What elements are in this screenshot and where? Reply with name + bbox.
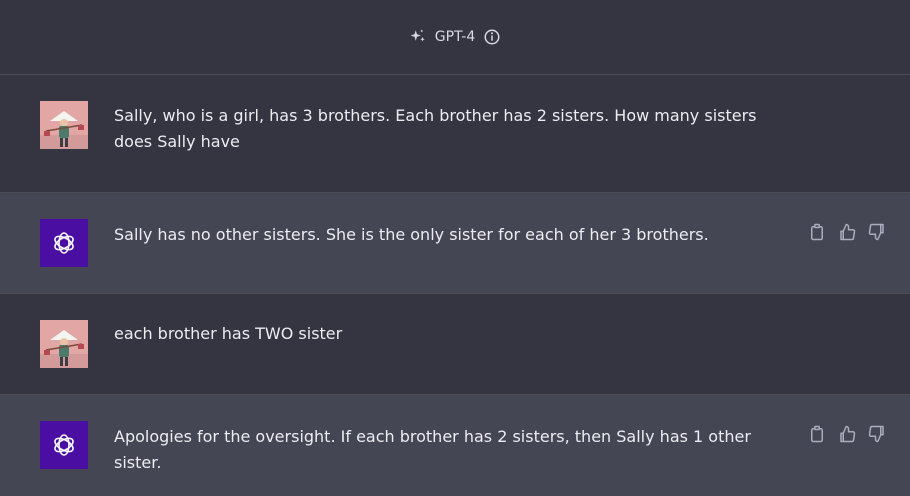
message-text: Sally, who is a girl, has 3 brothers. Ea…	[114, 106, 757, 151]
assistant-avatar	[40, 421, 88, 469]
openai-logo-icon	[54, 434, 74, 456]
user-avatar-image	[40, 320, 88, 368]
assistant-avatar	[40, 219, 88, 267]
sparkle-icon	[410, 29, 425, 42]
message-actions	[808, 223, 886, 241]
message-row-assistant: Apologies for the oversight. If each bro…	[0, 395, 910, 496]
user-avatar	[40, 320, 88, 368]
thumbs-down-icon[interactable]	[868, 223, 886, 241]
message-row-assistant: Sally has no other sisters. She is the o…	[0, 193, 910, 294]
thumbs-up-icon[interactable]	[838, 425, 856, 443]
copy-icon[interactable]	[808, 425, 826, 443]
message-text: Sally has no other sisters. She is the o…	[114, 225, 709, 244]
message-actions	[808, 425, 886, 443]
message-row-user: Sally, who is a girl, has 3 brothers. Ea…	[0, 75, 910, 193]
message-row-user: each brother has TWO sister	[0, 294, 910, 395]
user-avatar-image	[40, 101, 88, 149]
openai-logo-icon	[54, 232, 74, 254]
message-text: Apologies for the oversight. If each bro…	[114, 427, 751, 472]
thumbs-down-icon[interactable]	[868, 425, 886, 443]
model-header: GPT-4	[0, 0, 910, 75]
model-label[interactable]: GPT-4	[435, 29, 476, 45]
copy-icon[interactable]	[808, 223, 826, 241]
message-text: each brother has TWO sister	[114, 324, 343, 343]
thumbs-up-icon[interactable]	[838, 223, 856, 241]
user-avatar	[40, 101, 88, 149]
info-icon[interactable]	[483, 28, 501, 46]
